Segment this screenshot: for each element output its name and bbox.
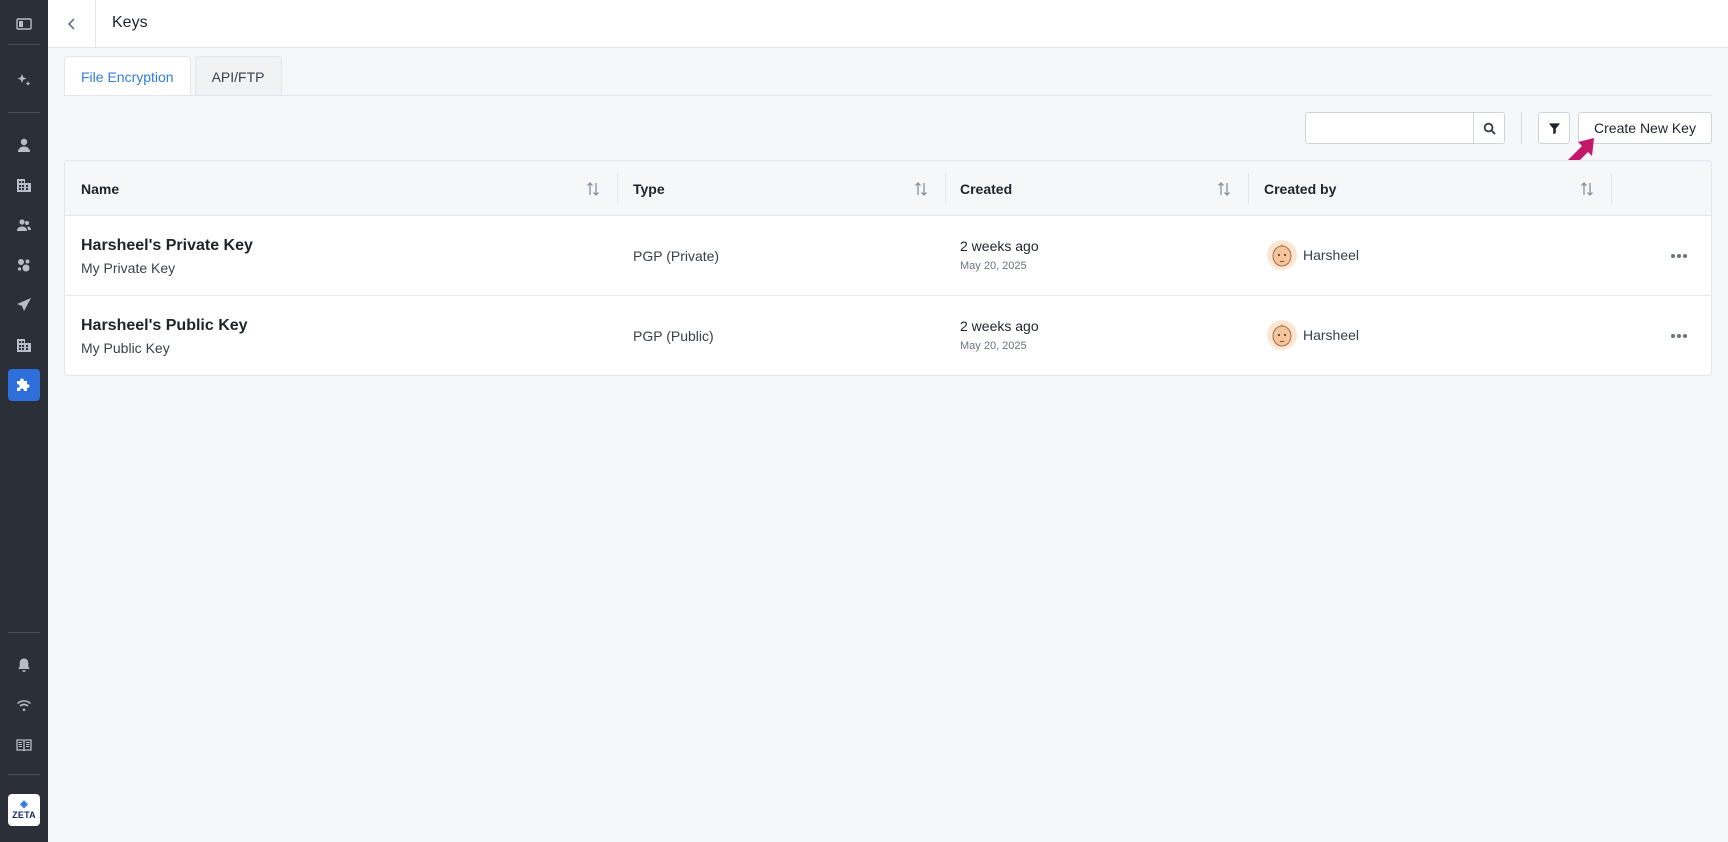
segments-icon[interactable] bbox=[12, 253, 36, 277]
create-new-key-button[interactable]: Create New Key bbox=[1578, 112, 1712, 144]
sparkle-icon[interactable] bbox=[12, 68, 36, 92]
column-header-type[interactable]: Type bbox=[633, 161, 665, 216]
page-title: Keys bbox=[112, 14, 148, 31]
send-icon[interactable] bbox=[12, 293, 36, 317]
search-button[interactable] bbox=[1473, 113, 1504, 143]
book-icon[interactable] bbox=[12, 733, 36, 757]
signal-icon[interactable] bbox=[12, 693, 36, 717]
sort-icon[interactable] bbox=[914, 181, 928, 197]
bell-icon[interactable] bbox=[12, 653, 36, 677]
search-input[interactable] bbox=[1306, 113, 1474, 143]
tab-file-encryption[interactable]: File Encryption bbox=[64, 56, 191, 96]
keys-table: Name Type Created Created by Harsheel's … bbox=[64, 160, 1712, 376]
key-name-cell: Harsheel's Private Key My Private Key bbox=[81, 236, 253, 278]
created-relative: 2 weeks ago bbox=[960, 238, 1039, 254]
table-row[interactable]: Harsheel's Private Key My Private Key PG… bbox=[65, 216, 1711, 296]
key-name[interactable]: Harsheel's Private Key bbox=[81, 236, 253, 256]
created-date: May 20, 2025 bbox=[960, 260, 1027, 272]
search-icon bbox=[1483, 122, 1496, 135]
sidebar: ◈ ZETA bbox=[0, 0, 48, 842]
users-icon[interactable] bbox=[12, 213, 36, 237]
chevron-left-icon bbox=[67, 18, 75, 30]
column-separator bbox=[1248, 173, 1249, 204]
column-header-name[interactable]: Name bbox=[81, 161, 119, 216]
sort-icon[interactable] bbox=[1580, 181, 1594, 197]
key-type: PGP (Public) bbox=[633, 328, 714, 344]
column-separator bbox=[1611, 173, 1612, 204]
created-by-cell: Harsheel bbox=[1267, 320, 1359, 350]
created-by-name: Harsheel bbox=[1303, 247, 1360, 263]
sidebar-divider bbox=[8, 44, 40, 45]
key-description: My Public Key bbox=[81, 340, 170, 356]
key-name[interactable]: Harsheel's Public Key bbox=[81, 316, 248, 336]
key-name-cell: Harsheel's Public Key My Public Key bbox=[81, 316, 248, 358]
sort-icon[interactable] bbox=[1217, 181, 1231, 197]
tab-bar-divider bbox=[64, 95, 1712, 96]
column-header-created-by[interactable]: Created by bbox=[1264, 161, 1336, 216]
sidebar-divider bbox=[8, 774, 40, 775]
panel-toggle-icon[interactable] bbox=[12, 12, 36, 36]
building-icon[interactable] bbox=[12, 173, 36, 197]
sidebar-divider bbox=[8, 112, 40, 113]
created-cell: 2 weeks ago May 20, 2025 bbox=[960, 316, 1039, 354]
created-date: May 20, 2025 bbox=[960, 340, 1027, 352]
page-header: Keys bbox=[48, 0, 1728, 48]
filter-icon bbox=[1548, 122, 1560, 134]
zeta-logo-mark-icon: ◈ bbox=[20, 799, 28, 810]
avatar bbox=[1267, 240, 1297, 270]
table-header: Name Type Created Created by bbox=[65, 161, 1711, 216]
row-actions-button[interactable] bbox=[1665, 326, 1693, 346]
search-box bbox=[1305, 112, 1505, 144]
created-by-name: Harsheel bbox=[1303, 327, 1360, 343]
created-relative: 2 weeks ago bbox=[960, 318, 1039, 334]
key-type: PGP (Private) bbox=[633, 248, 720, 264]
created-cell: 2 weeks ago May 20, 2025 bbox=[960, 236, 1039, 274]
organization-icon[interactable] bbox=[12, 333, 36, 357]
avatar bbox=[1267, 320, 1297, 350]
key-description: My Private Key bbox=[81, 260, 176, 276]
column-separator bbox=[617, 173, 618, 204]
more-horizontal-icon bbox=[1671, 254, 1687, 258]
zeta-logo-text: ZETA bbox=[12, 810, 36, 820]
back-button[interactable] bbox=[48, 0, 96, 48]
toolbar-divider bbox=[1521, 112, 1522, 144]
sort-icon[interactable] bbox=[586, 181, 600, 197]
tab-bar: File Encryption API/FTP bbox=[64, 56, 286, 96]
user-icon[interactable] bbox=[12, 133, 36, 157]
row-actions-button[interactable] bbox=[1665, 246, 1693, 266]
column-header-created[interactable]: Created bbox=[960, 161, 1012, 216]
tab-api-ftp[interactable]: API/FTP bbox=[194, 56, 282, 96]
created-by-cell: Harsheel bbox=[1267, 240, 1359, 270]
zeta-logo[interactable]: ◈ ZETA bbox=[8, 794, 40, 826]
puzzle-icon[interactable] bbox=[8, 369, 40, 401]
sidebar-divider bbox=[8, 632, 40, 633]
table-row[interactable]: Harsheel's Public Key My Public Key PGP … bbox=[65, 296, 1711, 376]
more-horizontal-icon bbox=[1671, 334, 1687, 338]
column-separator bbox=[945, 173, 946, 204]
